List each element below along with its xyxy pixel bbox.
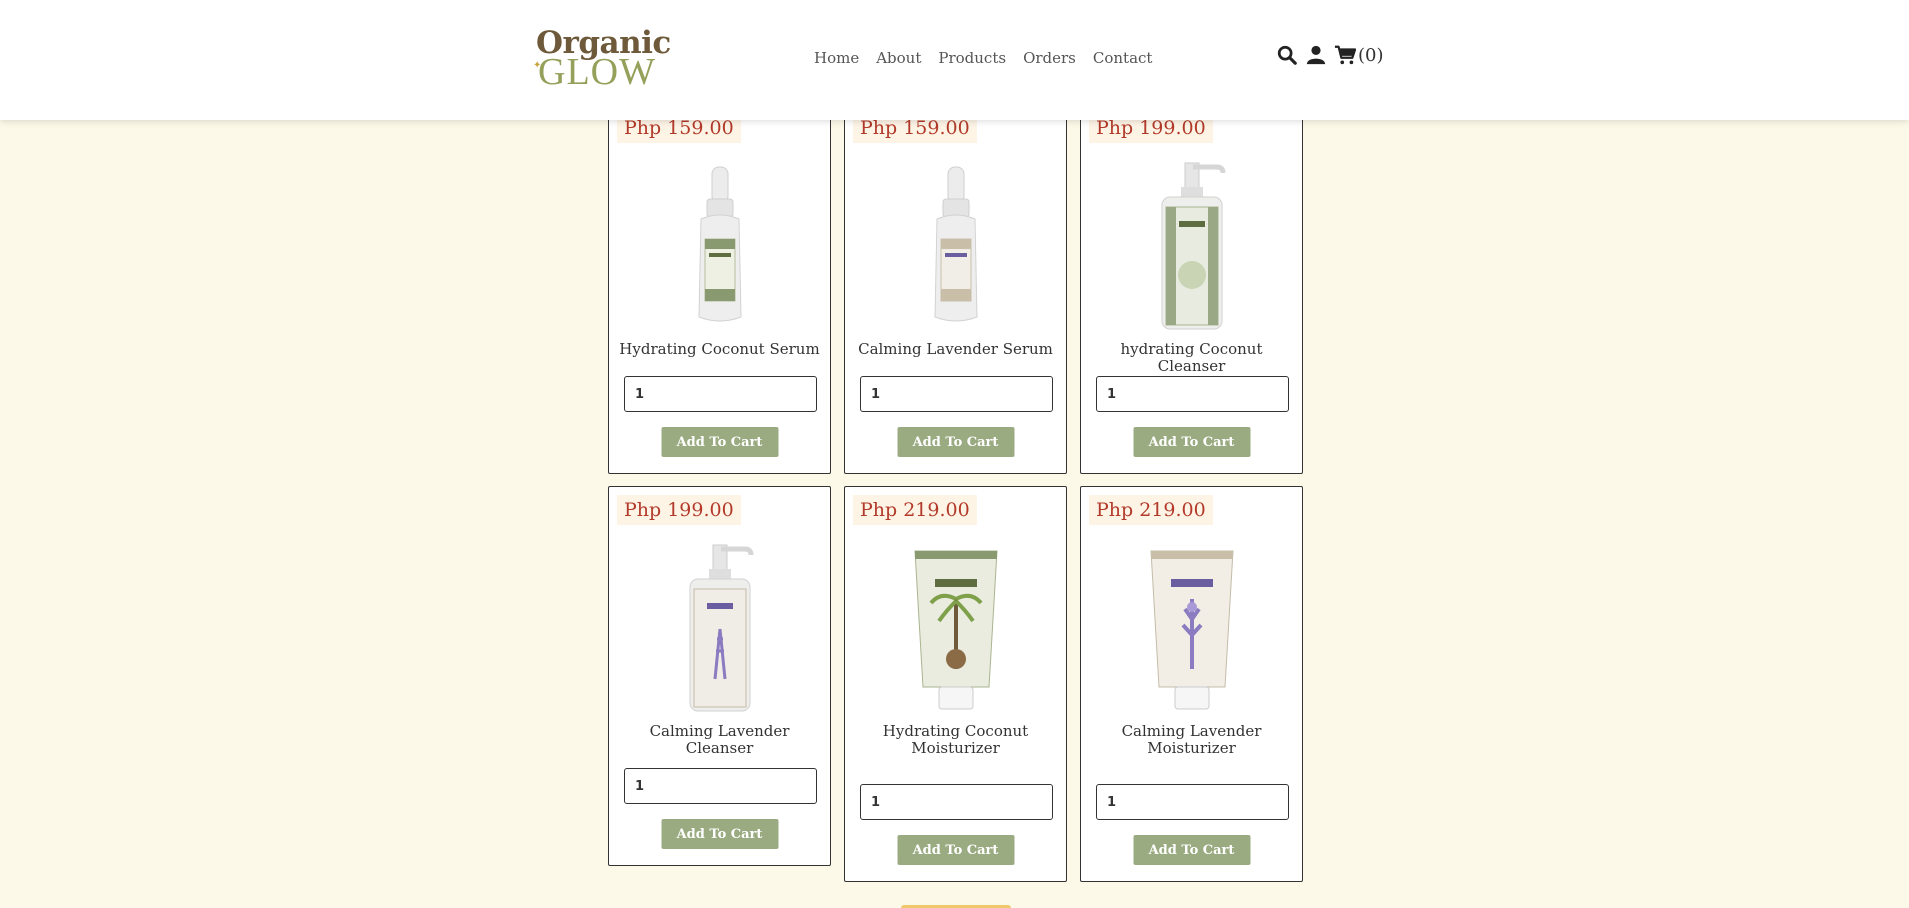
nav-products[interactable]: Products — [938, 49, 1006, 67]
product-image[interactable] — [665, 539, 775, 715]
quantity-input[interactable] — [860, 376, 1053, 412]
product-card: Php 159.00 Hydrating Coconut Serum Add T… — [608, 104, 831, 474]
product-image[interactable] — [901, 157, 1011, 333]
quantity-input[interactable] — [1096, 376, 1289, 412]
user-icon[interactable] — [1305, 44, 1327, 66]
product-image[interactable] — [665, 157, 775, 333]
product-card: Php 199.00 hydrating Coconut Cleanser Ad… — [1080, 104, 1303, 474]
product-card: Php 219.00 Hydrating Coconut Moisturizer… — [844, 486, 1067, 882]
add-to-cart-button[interactable]: Add To Cart — [1133, 835, 1250, 865]
quantity-input[interactable] — [860, 784, 1053, 820]
product-image[interactable] — [1137, 539, 1247, 715]
cart-icon[interactable] — [1334, 44, 1357, 66]
nav-contact[interactable]: Contact — [1093, 49, 1153, 67]
brand-logo[interactable]: Organic ✦ GLOW — [533, 26, 671, 91]
nav-home[interactable]: Home — [814, 49, 859, 67]
product-card: Php 159.00 Calming Lavender Serum Add To… — [844, 104, 1067, 474]
product-price: Php 199.00 — [617, 495, 741, 525]
product-name: Calming Lavender Serum — [858, 340, 1053, 358]
product-image[interactable] — [1137, 157, 1247, 333]
product-name: hydrating Coconut Cleanser — [1120, 340, 1263, 375]
quantity-input[interactable] — [1096, 784, 1289, 820]
product-image[interactable] — [901, 539, 1011, 715]
quantity-input[interactable] — [624, 768, 817, 804]
add-to-cart-button[interactable]: Add To Cart — [661, 427, 778, 457]
nav-about[interactable]: About — [876, 49, 921, 67]
quantity-input[interactable] — [624, 376, 817, 412]
product-card: Php 199.00 Calming Lavender Cleanser Add… — [608, 486, 831, 866]
main-nav: Home About Products Orders Contact — [814, 49, 1169, 67]
product-name: Calming Lavender Moisturizer — [1121, 722, 1262, 757]
brand-logo-line2: GLOW — [538, 51, 656, 93]
add-to-cart-button[interactable]: Add To Cart — [897, 835, 1014, 865]
product-price: Php 219.00 — [853, 495, 977, 525]
product-name: Calming Lavender Cleanser — [649, 722, 790, 757]
nav-orders[interactable]: Orders — [1023, 49, 1076, 67]
product-name: Hydrating Coconut Serum — [619, 340, 820, 358]
product-price: Php 219.00 — [1089, 495, 1213, 525]
search-icon[interactable] — [1276, 44, 1298, 66]
product-name: Hydrating Coconut Moisturizer — [882, 722, 1029, 757]
add-to-cart-button[interactable]: Add To Cart — [661, 819, 778, 849]
add-to-cart-button[interactable]: Add To Cart — [897, 427, 1014, 457]
cart-count[interactable]: (0) — [1358, 45, 1384, 66]
add-to-cart-button[interactable]: Add To Cart — [1133, 427, 1250, 457]
header-actions: (0) — [1276, 44, 1384, 66]
product-card: Php 219.00 Calming Lavender Moisturizer … — [1080, 486, 1303, 882]
site-header: Organic ✦ GLOW Home About Products Order… — [0, 0, 1909, 120]
